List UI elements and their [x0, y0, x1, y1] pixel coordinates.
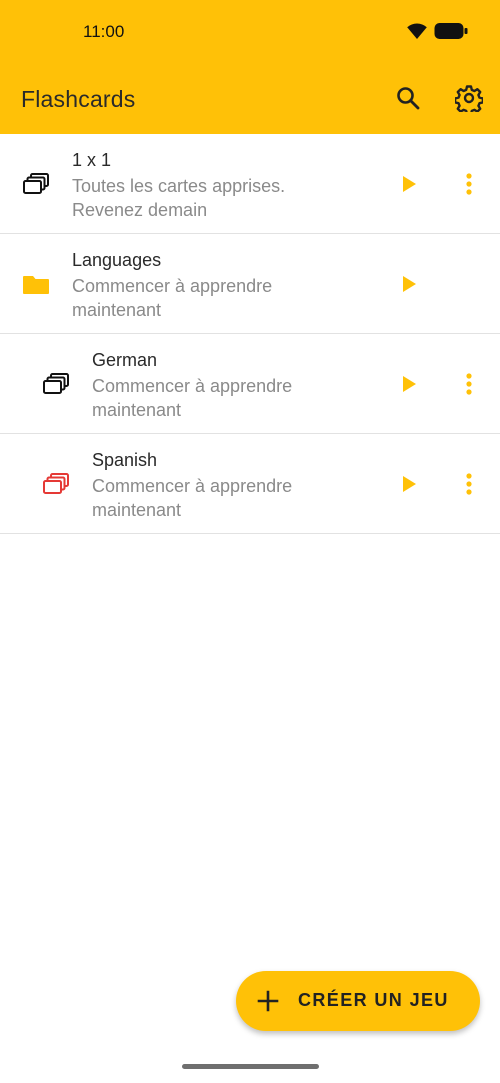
deck-list: 1 x 1 Toutes les cartes apprises. Revene… — [0, 134, 500, 534]
gesture-nav-handle[interactable] — [182, 1064, 319, 1069]
deck-status-line-1: Commencer à apprendre — [72, 276, 273, 296]
gear-icon — [453, 84, 485, 117]
play-button[interactable] — [398, 373, 420, 395]
play-button[interactable] — [398, 173, 420, 195]
more-options-button[interactable] — [458, 470, 480, 498]
deck-status-line-1: Toutes les cartes apprises. — [72, 176, 286, 196]
create-deck-button[interactable]: CRÉER UN JEU — [236, 971, 480, 1031]
cards-icon — [41, 371, 71, 397]
deck-status-line-2: maintenant — [92, 500, 182, 520]
deck-name: German — [92, 350, 158, 370]
play-button[interactable] — [398, 273, 420, 295]
deck-texts: Spanish Commencer à apprendre maintenant — [92, 448, 292, 522]
folder-row-languages[interactable]: Languages Commencer à apprendre maintena… — [0, 234, 500, 334]
deck-status-line-2: Revenez demain — [72, 200, 208, 220]
more-options-button[interactable] — [458, 370, 480, 398]
play-button[interactable] — [398, 473, 420, 495]
deck-row-1x1[interactable]: 1 x 1 Toutes les cartes apprises. Revene… — [0, 134, 500, 234]
deck-name: 1 x 1 — [72, 150, 112, 170]
page-title: Flashcards — [21, 86, 136, 112]
deck-texts: German Commencer à apprendre maintenant — [92, 348, 292, 422]
deck-status-line-1: Commencer à apprendre — [92, 376, 293, 396]
create-deck-label: CRÉER UN JEU — [298, 990, 449, 1010]
search-button[interactable] — [392, 84, 424, 116]
folder-icon — [21, 271, 51, 297]
deck-status-line-1: Commencer à apprendre — [92, 476, 293, 496]
cards-icon — [41, 471, 71, 497]
status-time: 11:00 — [83, 22, 125, 41]
search-icon — [395, 85, 421, 116]
deck-status-line-2: maintenant — [72, 300, 162, 320]
settings-button[interactable] — [453, 84, 485, 116]
cards-icon — [21, 171, 51, 197]
status-icons — [406, 22, 468, 45]
more-options-button[interactable] — [458, 170, 480, 198]
plus-icon — [256, 989, 280, 1013]
deck-name: Languages — [72, 250, 162, 270]
deck-texts: 1 x 1 Toutes les cartes apprises. Revene… — [72, 148, 285, 222]
battery-icon — [434, 22, 468, 45]
deck-row-german[interactable]: German Commencer à apprendre maintenant — [0, 334, 500, 434]
deck-row-spanish[interactable]: Spanish Commencer à apprendre maintenant — [0, 434, 500, 534]
deck-texts: Languages Commencer à apprendre maintena… — [72, 248, 272, 322]
deck-name: Spanish — [92, 450, 158, 470]
deck-status-line-2: maintenant — [92, 400, 182, 420]
app-bar: 11:00 Flashcards — [0, 0, 500, 134]
wifi-icon — [406, 22, 428, 45]
